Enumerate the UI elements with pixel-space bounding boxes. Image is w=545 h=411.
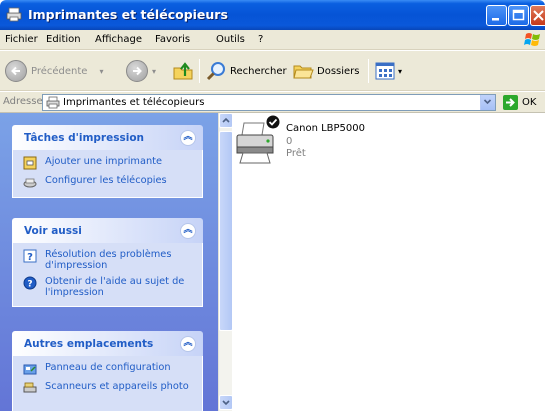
close-icon [533,10,544,21]
see-also-panel: Voir aussi ︽ ? Résolution des problèmes … [12,218,203,307]
scroll-down-button[interactable] [219,395,233,410]
maximize-button[interactable] [508,5,529,26]
control-panel-link[interactable]: Panneau de configuration [23,362,194,376]
printer-status: Prêt [286,148,306,159]
forward-button[interactable]: ▾ [126,58,156,84]
task-pane: Tâches d'impression ︽ Ajouter une imprim… [0,113,218,411]
windows-logo-icon [524,33,540,46]
collapse-chevron-icon[interactable]: ︽ [180,223,196,239]
task-pane-scrollbar[interactable] [218,113,233,411]
address-dropdown-button[interactable] [480,95,495,110]
minimize-icon [492,18,499,21]
collapse-chevron-icon[interactable]: ︽ [180,336,196,352]
maximize-icon [512,9,525,21]
control-panel-icon [23,364,37,375]
title-bar: Imprimantes et télécopieurs [0,0,545,30]
scroll-thumb[interactable] [219,131,233,331]
minimize-button[interactable] [486,5,507,26]
printer-name: Canon LBP5000 [286,123,365,134]
menu-edition[interactable]: Edition [46,34,81,45]
fax-icon [23,178,37,188]
panel-title: Autres emplacements [24,338,154,350]
menu-bar: Fichier Edition Affichage Favoris Outils… [0,30,545,50]
folders-button[interactable]: Dossiers [292,58,360,84]
help-book-icon: ? [23,249,37,263]
menu-outils[interactable]: Outils [216,34,245,45]
menu-help[interactable]: ? [258,34,263,45]
collapse-chevron-icon[interactable]: ︽ [180,130,196,146]
toolbar-separator [199,59,200,83]
back-label: Précédente [31,65,88,77]
toolbar-separator [368,59,369,83]
printing-help-link[interactable]: ? Obtenir de l'aide au sujet de l'impres… [23,276,194,298]
default-printer-check-icon [266,115,280,129]
chevron-down-icon [222,400,230,406]
folders-label: Dossiers [317,65,360,77]
add-printer-icon [23,156,37,170]
scroll-up-button[interactable] [219,113,233,128]
search-button[interactable]: Rechercher [205,58,287,84]
go-label: OK [522,97,537,108]
printer-folder-icon [6,7,22,22]
search-label: Rechercher [230,65,287,77]
up-folder-icon [173,62,193,80]
back-arrow-icon [5,60,27,82]
panel-header[interactable]: Autres emplacements ︽ [12,331,203,356]
scanner-icon [23,382,37,393]
go-button[interactable]: OK [503,95,536,110]
views-button[interactable]: ▾ [374,58,402,84]
panel-header[interactable]: Tâches d'impression ︽ [12,125,203,150]
forward-dropdown-icon[interactable]: ▾ [152,67,156,76]
window-title: Imprimantes et télécopieurs [28,7,228,22]
search-icon [206,62,225,81]
troubleshoot-printing-link[interactable]: ? Résolution des problèmes d'impression [23,249,194,271]
toolbar: Précédente ▾ ▾ Rechercher Dossiers ▾ [0,51,545,91]
chevron-down-icon [483,99,492,105]
address-input[interactable]: Imprimantes et télécopieurs [42,94,496,111]
panel-header[interactable]: Voir aussi ︽ [12,218,203,243]
address-value: Imprimantes et télécopieurs [63,97,205,108]
folders-icon [293,65,314,79]
configure-fax-link[interactable]: Configurer les télécopies [23,175,194,189]
printer-documents: 0 [286,136,293,147]
menu-favoris[interactable]: Favoris [155,34,190,45]
panel-body: Panneau de configuration Scanneurs et ap… [12,356,203,411]
views-dropdown-icon: ▾ [398,66,403,76]
menu-fichier[interactable]: Fichier [5,34,38,45]
address-bar: Adresse Imprimantes et télécopieurs OK [0,92,545,113]
printer-folder-icon [46,96,60,109]
svg-text:?: ? [27,252,33,263]
add-printer-link[interactable]: Ajouter une imprimante [23,156,194,170]
other-places-panel: Autres emplacements ︽ Panneau de configu… [12,331,203,411]
panel-title: Voir aussi [24,225,82,237]
panel-body: ? Résolution des problèmes d'impression … [12,243,203,307]
go-arrow-icon [503,95,518,110]
svg-text:?: ? [27,280,32,290]
back-dropdown-icon[interactable]: ▾ [99,67,103,76]
up-folder-button[interactable] [172,58,194,84]
chevron-up-icon [222,117,230,123]
panel-title: Tâches d'impression [24,132,145,144]
views-grid-icon [375,62,395,80]
scanners-cameras-link[interactable]: Scanneurs et appareils photo [23,381,194,395]
menu-affichage[interactable]: Affichage [95,34,142,45]
panel-body: Ajouter une imprimante Configurer les té… [12,150,203,198]
address-label: Adresse [3,96,43,107]
printer-list: Canon LBP5000 0 Prêt [233,113,545,411]
printer-tasks-panel: Tâches d'impression ︽ Ajouter une imprim… [12,125,203,198]
forward-arrow-icon [126,60,148,82]
close-button[interactable] [530,5,545,26]
help-circle-icon: ? [23,276,37,290]
back-button[interactable]: Précédente ▾ [5,58,103,84]
